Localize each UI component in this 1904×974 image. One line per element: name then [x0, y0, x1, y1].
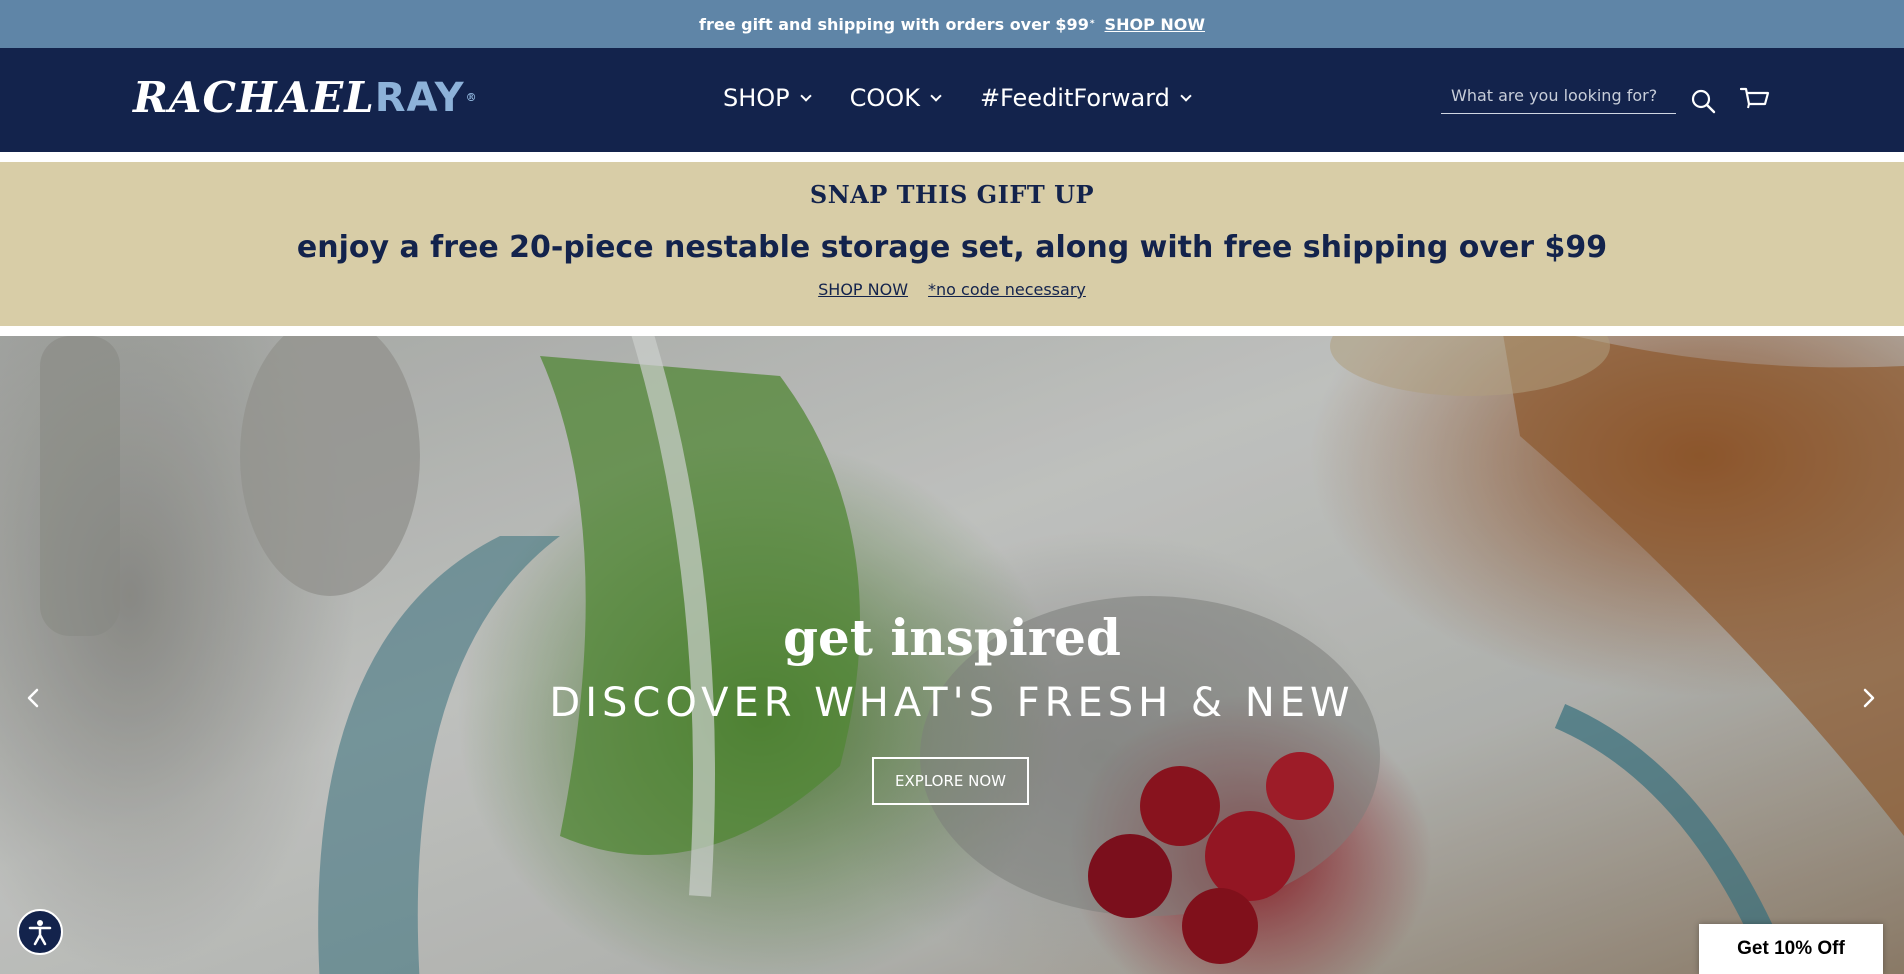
- chevron-down-icon: [799, 90, 812, 102]
- main-nav: SHOP COOK #FeeditForward: [723, 82, 1230, 114]
- accessibility-button[interactable]: [17, 909, 63, 955]
- search-icon[interactable]: [1690, 88, 1716, 114]
- explore-now-button[interactable]: EXPLORE NOW: [872, 757, 1029, 805]
- promo-kicker: SNAP THIS GIFT UP: [809, 180, 1095, 209]
- promo-headline: enjoy a free 20-piece nestable storage s…: [296, 230, 1608, 265]
- hero-title: get inspired: [783, 608, 1121, 667]
- search-field: [1441, 78, 1676, 114]
- hero-carousel: get inspired DISCOVER WHAT'S FRESH & NEW…: [0, 336, 1904, 974]
- chevron-down-icon: [1180, 90, 1192, 102]
- announcement-shop-now-link[interactable]: SHOP NOW: [1105, 15, 1205, 34]
- search-input[interactable]: [1441, 78, 1676, 112]
- chevron-down-icon: [930, 90, 942, 102]
- nav-item-feeditforward[interactable]: #FeeditForward: [979, 82, 1192, 114]
- announcement-text: free gift and shipping with orders over …: [698, 14, 1089, 34]
- nav-item-shop[interactable]: SHOP: [723, 82, 812, 114]
- discount-popup-button[interactable]: Get 10% Off: [1699, 924, 1883, 974]
- promo-banner: SNAP THIS GIFT UP enjoy a free 20-piece …: [0, 162, 1904, 326]
- logo-text-ray: RAY: [374, 75, 465, 121]
- site-header: RACHAEL RAY ® SHOP COOK #FeeditForward: [0, 48, 1904, 152]
- site-logo[interactable]: RACHAEL RAY ®: [133, 73, 478, 122]
- promo-links: SHOP NOW *no code necessary: [0, 280, 1904, 299]
- promo-note: *no code necessary: [928, 280, 1086, 299]
- logo-text-rachael: RACHAEL: [133, 73, 375, 122]
- chevron-right-icon[interactable]: [1856, 686, 1880, 710]
- nav-item-label: COOK: [849, 84, 920, 112]
- announcement-bar: free gift and shipping with orders over …: [0, 0, 1904, 48]
- accessibility-icon: [28, 920, 52, 946]
- nav-item-label: SHOP: [723, 84, 790, 112]
- logo-registered-mark: ®: [465, 91, 478, 104]
- nav-item-label: #FeeditForward: [979, 84, 1170, 112]
- cart-icon[interactable]: [1740, 86, 1770, 114]
- hero-subtitle: DISCOVER WHAT'S FRESH & NEW: [549, 680, 1355, 726]
- announcement-asterisk: *: [1089, 19, 1095, 29]
- nav-item-cook[interactable]: COOK: [849, 82, 942, 114]
- promo-shop-now-link[interactable]: SHOP NOW: [818, 280, 908, 299]
- chevron-left-icon[interactable]: [22, 686, 46, 710]
